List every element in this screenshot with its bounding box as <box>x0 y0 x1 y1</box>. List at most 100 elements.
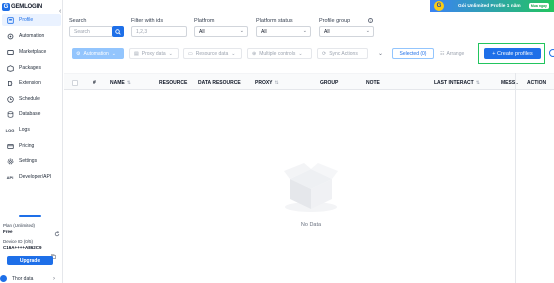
resource-icon: ▭ <box>188 50 193 57</box>
logs-icon: LOG <box>5 127 15 133</box>
sidebar-item-schedule[interactable]: Schedule <box>2 93 61 105</box>
plan-title: Plan (Unlimited) <box>3 223 36 228</box>
sort-icon: ⇅ <box>274 79 279 86</box>
chevron-down-icon: ⌄ <box>231 50 236 57</box>
user-name: Thor data <box>12 275 34 282</box>
gift-icon: G <box>434 1 444 11</box>
marketplace-icon <box>6 48 14 56</box>
promo-banner[interactable]: G Gói Unlimited Profile 1 năm Mua ngay <box>430 0 554 12</box>
sidebar-item-label: Schedule <box>19 96 40 102</box>
chevron-down-icon: ⌄ <box>111 50 116 57</box>
resource-data-button[interactable]: ▭ Resource data ⌄ <box>183 48 242 59</box>
gemlogin-logo-icon: G <box>2 3 10 11</box>
sidebar-item-label: Developer/API <box>19 174 52 180</box>
sidebar-item-database[interactable]: Database <box>2 108 61 120</box>
platform-status-select[interactable]: All ⌄ <box>256 26 311 37</box>
sidebar-item-developer-api[interactable]: API Developer/API <box>2 171 61 183</box>
column-index: # <box>93 79 96 86</box>
column-action: ACTION <box>527 79 547 86</box>
plan-value: Free <box>3 228 13 234</box>
database-icon <box>6 110 14 118</box>
filter-ids-label: Filter with ids <box>131 18 164 24</box>
profile-group-select[interactable]: All ⌄ <box>319 26 374 37</box>
chevron-down-icon[interactable]: ⌄ <box>378 50 383 57</box>
empty-box-icon <box>280 155 342 215</box>
sync-actions-button[interactable]: ⟳ Sync Actions <box>317 48 368 59</box>
sync-icon: ⟳ <box>322 50 327 57</box>
extension-icon <box>6 79 14 87</box>
chevron-down-icon: ⌄ <box>302 28 307 34</box>
avatar <box>0 275 7 282</box>
app-logo[interactable]: G GEMLOGIN <box>2 2 42 12</box>
sidebar-item-label: Profile <box>19 17 34 23</box>
search-input[interactable]: Search <box>69 26 113 37</box>
chevron-down-icon: ⌄ <box>239 28 244 34</box>
refresh-icon[interactable] <box>54 224 60 237</box>
arrange-icon: ☷ <box>440 50 445 57</box>
profile-group-label: Profile group <box>319 18 351 24</box>
column-name[interactable]: NAME ⇅ <box>110 74 131 91</box>
platform-label: Platfrom <box>194 18 215 24</box>
plan-info: Plan (Unlimited) Free <box>3 223 35 234</box>
sort-icon: ⇅ <box>126 79 131 86</box>
filter-ids-input[interactable]: 1,2,3 <box>131 26 187 37</box>
sidebar-item-logs[interactable]: LOG Logs <box>2 124 61 136</box>
multiple-controls-button[interactable]: ⊕ Multiple controls ⌄ <box>247 48 312 59</box>
arrange-button[interactable]: ☷ Arrange <box>440 48 464 59</box>
search-icon <box>115 28 121 35</box>
proxy-icon: ▤ <box>134 50 139 57</box>
automation-icon: ⚙ <box>76 50 81 57</box>
settings-icon <box>6 157 14 165</box>
table-header: # NAME ⇅ RESOURCE DATA RESOURCE PROXY ⇅ GR… <box>64 73 554 90</box>
selected-count-button[interactable]: Selected (0) <box>392 48 434 59</box>
sidebar-item-label: Marketplace <box>19 49 47 55</box>
column-resource: RESOURCE <box>159 79 188 86</box>
api-icon: API <box>6 174 14 180</box>
banner-text: Gói Unlimited Profile 1 năm <box>458 3 521 9</box>
device-value: C16A++++A862C9 <box>3 244 42 250</box>
sidebar-item-marketplace[interactable]: Marketplace <box>2 46 61 58</box>
column-proxy[interactable]: PROXY ⇅ <box>255 74 279 91</box>
sidebar: G GEMLOGIN ‹ Profile Automation Marketpl… <box>0 0 63 283</box>
sidebar-item-label: Packages <box>19 65 41 71</box>
sidebar-item-packages[interactable]: Packages <box>2 62 61 74</box>
chevron-right-icon: › <box>53 275 55 282</box>
platform-select[interactable]: All ⌄ <box>194 26 248 37</box>
chevron-down-icon: ⌄ <box>298 50 303 57</box>
sidebar-item-settings[interactable]: Settings <box>2 155 61 167</box>
refresh-list-icon[interactable] <box>549 49 554 57</box>
column-last-interact[interactable]: LAST INTERACT ⇅ <box>434 74 480 91</box>
upgrade-button[interactable]: Upgrade <box>7 256 53 265</box>
proxy-data-button[interactable]: ▤ Proxy data ⌄ <box>129 48 179 59</box>
plan-indicator <box>19 215 41 217</box>
chevron-down-icon: ⌄ <box>365 28 370 34</box>
banner-buy-button[interactable]: Mua ngay <box>528 3 549 9</box>
sidebar-item-label: Pricing <box>19 143 35 149</box>
create-profiles-button[interactable]: + Create profiles <box>484 48 541 59</box>
automation-icon <box>6 32 14 40</box>
sidebar-item-extension[interactable]: Extension <box>2 77 61 89</box>
sidebar-item-label: Automation <box>19 33 45 39</box>
column-group: GROUP <box>320 79 339 86</box>
sidebar-item-label: Database <box>19 111 41 117</box>
action-column-divider <box>515 73 516 283</box>
profile-icon <box>6 16 14 24</box>
sort-icon: ⇅ <box>475 79 480 86</box>
sidebar-item-automation[interactable]: Automation <box>2 30 61 42</box>
sidebar-item-label: Extension <box>19 80 41 86</box>
copy-icon[interactable] <box>51 246 56 259</box>
chevron-down-icon: ⌄ <box>168 50 173 57</box>
search-button[interactable] <box>112 26 124 37</box>
pricing-icon <box>6 142 14 150</box>
logo-text: GEMLOGIN <box>11 4 43 10</box>
sidebar-item-label: Settings <box>19 158 38 164</box>
platform-status-label: Platform status <box>256 18 293 24</box>
sidebar-item-pricing[interactable]: Pricing <box>2 140 61 152</box>
automation-button[interactable]: ⚙ Automation ⌄ <box>72 48 124 59</box>
info-icon[interactable]: i <box>368 18 373 23</box>
select-all-checkbox[interactable] <box>72 80 78 86</box>
packages-icon <box>6 64 14 72</box>
user-menu[interactable]: Thor data › <box>0 274 63 283</box>
sidebar-item-profile[interactable]: Profile <box>2 14 61 26</box>
controls-icon: ⊕ <box>252 50 257 57</box>
